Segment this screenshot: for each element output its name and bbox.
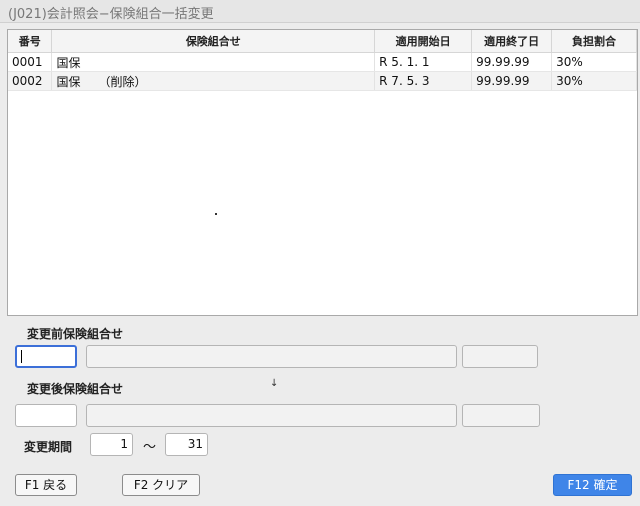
after-combination-name-field	[86, 404, 457, 427]
title-bar: (J021)会計照会−保険組合一括変更	[0, 0, 640, 23]
after-ratio-field	[462, 404, 540, 427]
window-title: (J021)会計照会−保険組合一括変更	[8, 7, 214, 22]
cell-start-date: R 5. 1. 1	[374, 52, 473, 72]
change-period-label: 変更期間	[24, 440, 73, 454]
text-caret	[21, 350, 22, 363]
cell-start-date: R 7. 5. 3	[374, 71, 473, 91]
before-combination-name-field	[86, 345, 457, 368]
column-header-end-date[interactable]: 適用終了日	[471, 30, 553, 53]
table-row[interactable]: 0001 国保 R 5. 1. 1 99.99.99 30%	[8, 52, 637, 72]
insurance-combination-table[interactable]: 番号 保険組合せ 適用開始日 適用終了日 負担割合 0001 国保 R 5. 1…	[7, 29, 638, 316]
table-row[interactable]: 0002 国保 （削除） R 7. 5. 3 99.99.99 30%	[8, 71, 637, 91]
period-from-input[interactable]: 1	[90, 433, 133, 456]
after-combination-label: 変更後保険組合せ	[27, 382, 124, 396]
column-header-combination[interactable]: 保険組合せ	[51, 30, 376, 53]
column-header-number[interactable]: 番号	[8, 30, 53, 53]
cell-end-date: 99.99.99	[471, 52, 553, 72]
column-header-ratio[interactable]: 負担割合	[551, 30, 637, 53]
clear-button[interactable]: F2 クリア	[122, 474, 200, 496]
column-header-start-date[interactable]: 適用開始日	[374, 30, 473, 53]
cell-ratio: 30%	[551, 52, 637, 72]
before-ratio-field	[462, 345, 538, 368]
period-to-input[interactable]: 31	[165, 433, 208, 456]
cell-ratio: 30%	[551, 71, 637, 91]
before-code-input[interactable]	[15, 345, 77, 368]
cell-end-date: 99.99.99	[471, 71, 553, 91]
back-button[interactable]: F1 戻る	[15, 474, 77, 496]
table-header-row: 番号 保険組合せ 適用開始日 適用終了日 負担割合	[8, 30, 637, 53]
before-combination-label: 変更前保険組合せ	[27, 327, 124, 341]
period-separator: 〜	[143, 440, 157, 455]
cell-number: 0001	[8, 52, 53, 72]
stray-dot	[215, 213, 217, 215]
cell-number: 0002	[8, 71, 53, 91]
after-code-input[interactable]	[15, 404, 77, 427]
confirm-button[interactable]: F12 確定	[553, 474, 632, 496]
cell-combination: 国保 （削除）	[51, 71, 376, 91]
cell-combination: 国保	[51, 52, 376, 72]
down-arrow-icon: ↓	[270, 378, 279, 389]
